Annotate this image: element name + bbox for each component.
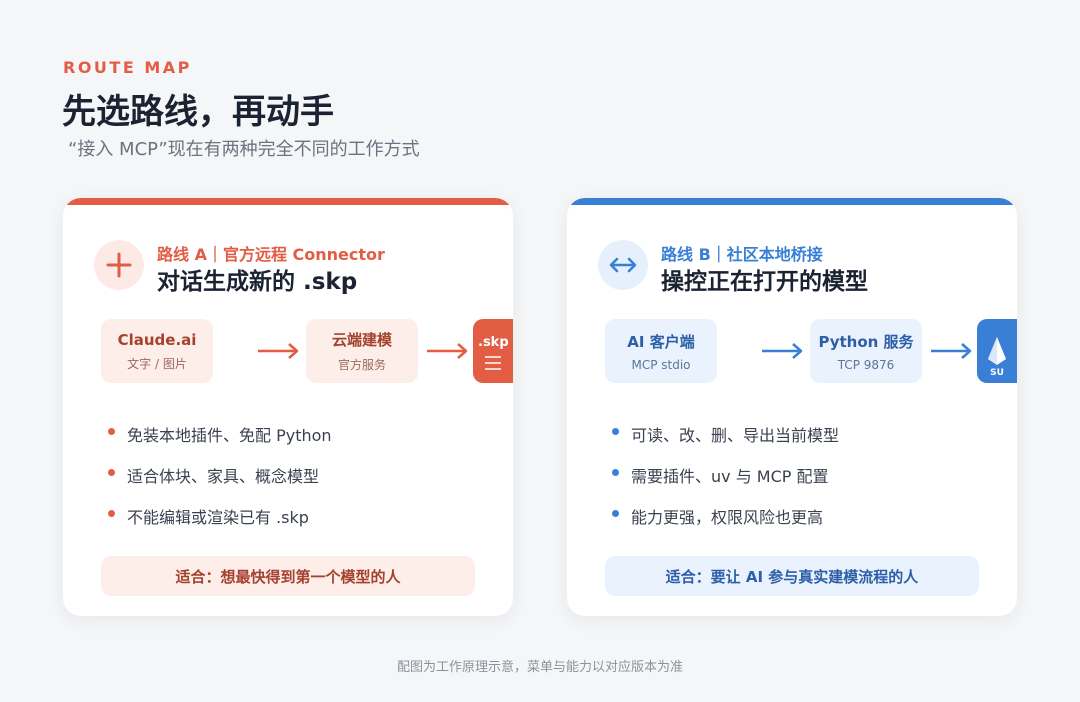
- route-b-bullets: 可读、改、删、导出当前模型 需要插件、uv 与 MCP 配置 能力更强，权限风险…: [612, 422, 839, 545]
- flow-node-title: AI 客户端: [627, 332, 695, 351]
- sketchup-logo-icon: SU: [977, 319, 1017, 383]
- flow-node-subtitle: 文字 / 图片: [127, 356, 187, 371]
- list-item: 免装本地插件、免配 Python: [108, 422, 332, 463]
- route-a-fit-note: 适合：想最快得到第一个模型的人: [101, 556, 475, 596]
- route-b-card: 路线 B｜社区本地桥接 操控正在打开的模型 AI 客户端 MCP stdio P…: [567, 198, 1017, 616]
- eyebrow: ROUTE MAP: [63, 58, 192, 77]
- footnote: 配图为工作原理示意，菜单与能力以对应版本为准: [396, 660, 683, 675]
- list-item: 需要插件、uv 与 MCP 配置: [612, 463, 839, 504]
- flow-node-title: Python 服务: [818, 332, 914, 351]
- page-title: 先选路线，再动手: [62, 92, 334, 132]
- arrow-right-icon: [258, 343, 299, 359]
- route-a-bullets: 免装本地插件、免配 Python 适合体块、家具、概念模型 不能编辑或渲染已有 …: [108, 422, 332, 545]
- route-b-accent-bar: [567, 198, 1017, 205]
- flow-node-cloud-modeling: 云端建模 官方服务: [306, 319, 418, 383]
- list-item: 不能编辑或渲染已有 .skp: [108, 504, 332, 545]
- flow-node-subtitle: TCP 9876: [837, 357, 895, 372]
- list-item: 可读、改、删、导出当前模型: [612, 422, 839, 463]
- route-a-accent-bar: [63, 198, 513, 205]
- route-b-title: 操控正在打开的模型: [661, 269, 868, 295]
- route-a-card: 路线 A｜官方远程 Connector 对话生成新的 .skp Claude.a…: [63, 198, 513, 616]
- list-item: 适合体块、家具、概念模型: [108, 463, 332, 504]
- arrow-right-icon: [931, 343, 972, 359]
- page-subtitle: “接入 MCP”现在有两种完全不同的工作方式: [68, 139, 420, 160]
- flow-node-ai-client: AI 客户端 MCP stdio: [605, 319, 717, 383]
- list-item: 能力更强，权限风险也更高: [612, 504, 839, 545]
- arrow-right-icon: [762, 343, 803, 359]
- flow-node-title: 云端建模: [331, 331, 392, 349]
- flow-node-subtitle: MCP stdio: [631, 357, 691, 372]
- flow-node-title: Claude.ai: [117, 330, 197, 349]
- flow-node-claude: Claude.ai 文字 / 图片: [101, 319, 213, 383]
- bidirectional-arrow-icon: [598, 240, 648, 290]
- arrow-right-icon: [427, 343, 468, 359]
- route-b-fit-note: 适合：要让 AI 参与真实建模流程的人: [605, 556, 979, 596]
- route-a-title: 对话生成新的 .skp: [157, 269, 358, 295]
- flow-node-python-service: Python 服务 TCP 9876: [810, 319, 922, 383]
- plus-icon: [94, 240, 144, 290]
- skp-file-icon: .skp: [473, 319, 513, 383]
- file-lines-icon: [485, 356, 501, 370]
- sketchup-logo-label: SU: [990, 368, 1004, 378]
- flow-node-subtitle: 官方服务: [337, 358, 386, 372]
